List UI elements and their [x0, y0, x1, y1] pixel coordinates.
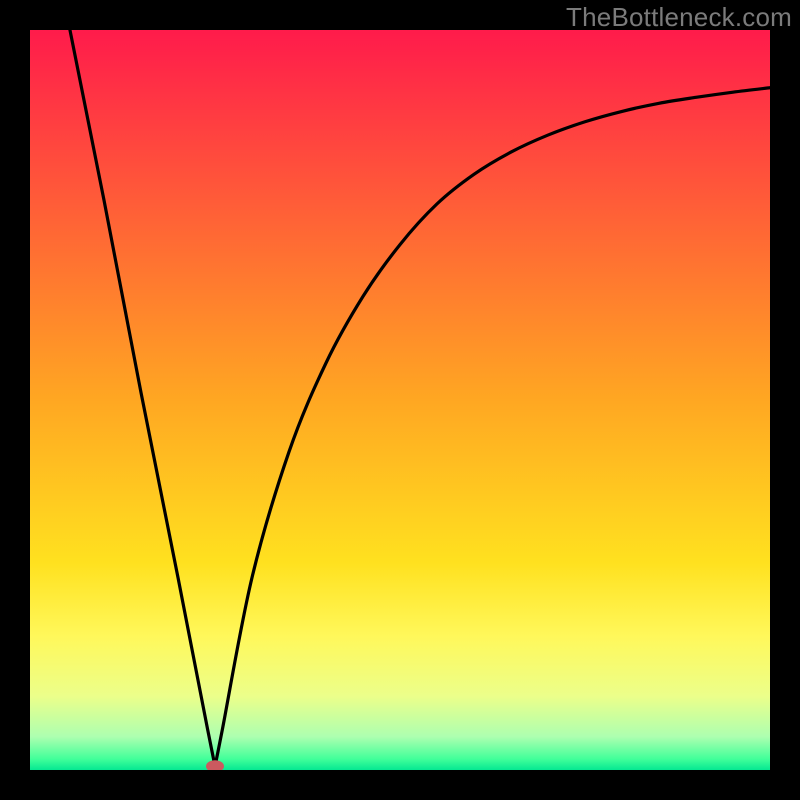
chart-container: { "watermark": "TheBottleneck.com", "cha…	[0, 0, 800, 800]
chart-svg	[0, 0, 800, 800]
watermark-text: TheBottleneck.com	[566, 2, 792, 33]
